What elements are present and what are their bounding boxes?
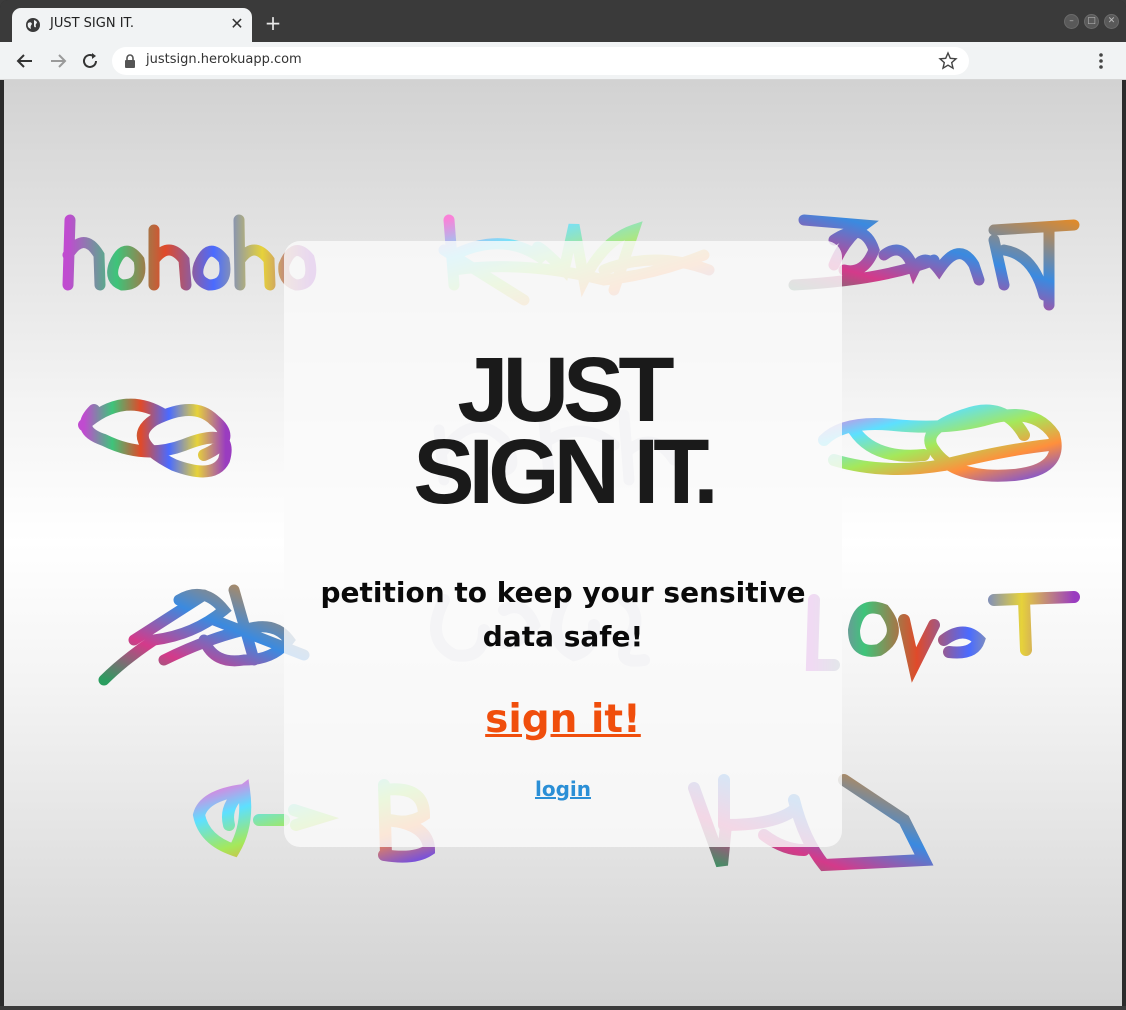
window-frame-bottom <box>0 1006 1126 1010</box>
browser-toolbar: justsign.herokuapp.com <box>0 42 1126 80</box>
signature-stroke <box>78 398 232 478</box>
lock-icon <box>125 54 135 68</box>
tagline: petition to keep your sensitive data saf… <box>320 576 806 653</box>
signature-stroke <box>98 584 310 686</box>
login-link[interactable]: login <box>284 777 842 801</box>
address-bar[interactable]: justsign.herokuapp.com <box>112 47 969 75</box>
url-text: justsign.herokuapp.com <box>146 52 302 67</box>
close-window-button[interactable]: ✕ <box>1104 14 1119 29</box>
browser-window: JUST SIGN IT. ✕ + – □ ✕ justsign.herokua… <box>0 0 1126 1010</box>
reload-icon[interactable] <box>79 50 101 72</box>
maximize-icon: □ <box>1087 16 1096 26</box>
title-line-2: SIGN IT. <box>413 421 719 523</box>
page-viewport: JUST SIGN IT. petition to keep your sens… <box>4 80 1122 1006</box>
signature-stroke <box>805 591 1080 683</box>
forward-arrow-icon[interactable] <box>47 50 69 72</box>
title-line-1: JUST <box>457 339 674 441</box>
back-arrow-icon[interactable] <box>14 50 36 72</box>
page-title: JUST SIGN IT. <box>284 339 842 523</box>
minimize-icon: – <box>1069 16 1074 26</box>
tab-title: JUST SIGN IT. <box>50 16 135 31</box>
signature-stroke <box>62 214 317 291</box>
kebab-menu-icon[interactable] <box>1090 50 1112 72</box>
signature-stroke <box>818 404 1062 482</box>
plus-icon[interactable]: + <box>262 12 284 34</box>
maximize-button[interactable]: □ <box>1084 14 1099 29</box>
sign-it-link[interactable]: sign it! <box>284 697 842 742</box>
close-icon[interactable]: ✕ <box>228 15 246 33</box>
close-window-icon: ✕ <box>1107 16 1116 26</box>
star-icon[interactable] <box>937 50 959 72</box>
tab-strip: JUST SIGN IT. ✕ + – □ ✕ <box>0 0 1126 42</box>
tab-active[interactable]: JUST SIGN IT. ✕ <box>12 8 252 42</box>
petition-card: JUST SIGN IT. petition to keep your sens… <box>284 241 842 847</box>
globe-icon <box>26 18 40 32</box>
minimize-button[interactable]: – <box>1064 14 1079 29</box>
